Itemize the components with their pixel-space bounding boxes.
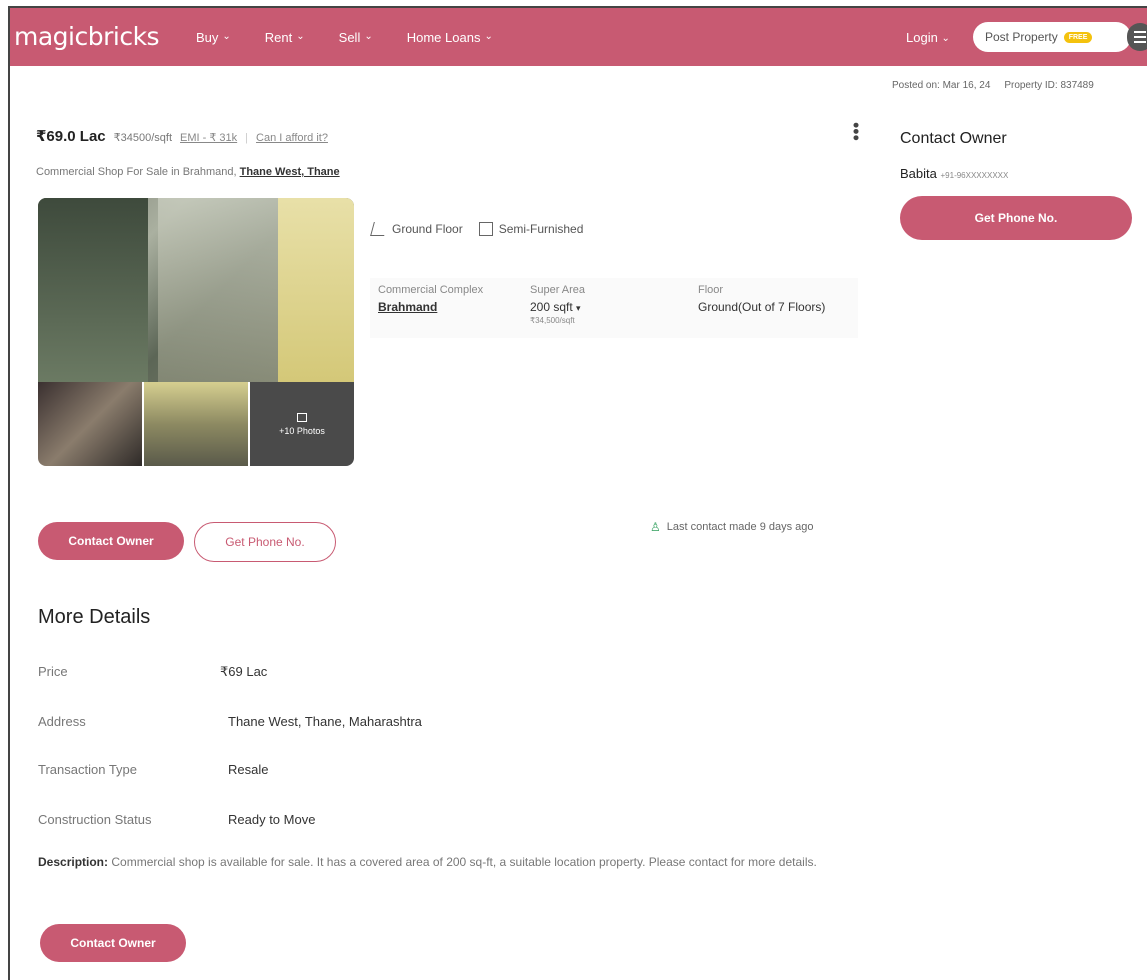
last-contact-info: ♙ Last contact made 9 days ago xyxy=(650,520,814,534)
nav-sell[interactable]: Sell ⌄ xyxy=(339,30,373,45)
listing-subtitle: Commercial Shop For Sale in Brahmand, Th… xyxy=(36,166,340,178)
contact-owner-button-bottom[interactable]: Contact Owner xyxy=(40,924,186,962)
location-link[interactable]: Thane West, Thane xyxy=(240,166,340,178)
chevron-down-icon: ⌄ xyxy=(484,31,493,42)
price-per-sqft: ₹34500/sqft xyxy=(113,132,173,144)
thumbnail-photo[interactable] xyxy=(38,382,142,466)
contact-owner-button[interactable]: Contact Owner xyxy=(38,522,184,560)
photo-thumbnails: +10 Photos xyxy=(38,382,354,466)
furniture-icon xyxy=(478,222,493,236)
nav-home-loans[interactable]: Home Loans ⌄ xyxy=(407,30,493,45)
stairs-icon xyxy=(370,222,388,236)
more-details-heading: More Details xyxy=(38,606,151,628)
chevron-down-icon: ⌄ xyxy=(222,31,231,42)
thumbnail-photo[interactable] xyxy=(144,382,248,466)
summary-floor: Floor Ground(Out of 7 Floors) xyxy=(698,284,826,314)
summary-complex: Commercial Complex Brahmand xyxy=(378,284,484,314)
summary-table: Commercial Complex Brahmand Super Area 2… xyxy=(370,278,858,338)
chevron-down-icon: ⌄ xyxy=(364,31,373,42)
top-navbar: magicbricks Buy ⌄ Rent ⌄ Sell ⌄ Home Loans ⌄… xyxy=(10,8,1147,66)
more-options-icon[interactable]: ••• xyxy=(846,122,866,141)
main-photo[interactable] xyxy=(38,198,354,382)
posted-date: Posted on: Mar 16, 24 xyxy=(892,80,991,91)
more-photos-tile[interactable]: +10 Photos xyxy=(250,382,354,466)
complex-link[interactable]: Brahmand xyxy=(378,300,483,314)
price-row: ₹69.0 Lac ₹34500/sqft EMI - ₹ 31k | Can … xyxy=(36,127,328,145)
feature-floor: Ground Floor xyxy=(370,222,463,236)
afford-link[interactable]: Can I afford it? xyxy=(256,132,328,144)
hamburger-menu-icon[interactable] xyxy=(1127,23,1147,51)
summary-area: Super Area 200 sqft ▾ ₹34,500/sqft xyxy=(530,284,586,325)
main-nav: Buy ⌄ Rent ⌄ Sell ⌄ Home Loans ⌄ xyxy=(196,30,527,45)
login-menu[interactable]: Login ⌄ xyxy=(906,30,950,45)
area-dropdown-icon[interactable]: ▾ xyxy=(576,303,581,313)
get-phone-button[interactable]: Get Phone No. xyxy=(194,522,336,562)
divider: | xyxy=(245,132,249,144)
listing-price: ₹69.0 Lac xyxy=(36,128,106,145)
free-badge: FREE xyxy=(1063,31,1093,43)
features-row: Ground Floor Semi-Furnished xyxy=(370,222,583,236)
owner-name: Babita xyxy=(900,166,937,181)
emi-link[interactable]: EMI - ₹ 31k xyxy=(180,131,237,144)
chevron-down-icon: ⌄ xyxy=(296,31,305,42)
owner-info: Babita +91-96XXXXXXXX xyxy=(900,166,1008,181)
nav-rent[interactable]: Rent ⌄ xyxy=(265,30,305,45)
sidebar-title: Contact Owner xyxy=(900,130,1007,147)
property-id: Property ID: 837489 xyxy=(1004,80,1094,91)
page-frame: magicbricks Buy ⌄ Rent ⌄ Sell ⌄ Home Loans ⌄… xyxy=(8,6,1147,980)
sidebar-get-phone-button[interactable]: Get Phone No. xyxy=(900,196,1132,240)
post-property-button[interactable]: Post Property FREE xyxy=(973,22,1131,52)
magicbricks-logo[interactable]: magicbricks xyxy=(14,22,160,51)
posted-meta: Posted on: Mar 16, 24 Property ID: 83748… xyxy=(892,80,1094,91)
chevron-down-icon: ⌄ xyxy=(941,33,950,44)
nav-buy[interactable]: Buy ⌄ xyxy=(196,30,231,45)
gallery-icon xyxy=(297,412,307,422)
description: Description: Commercial shop is availabl… xyxy=(38,855,817,869)
feature-furnishing: Semi-Furnished xyxy=(478,222,583,236)
owner-phone-masked: +91-96XXXXXXXX xyxy=(940,171,1009,180)
user-icon: ♙ xyxy=(650,520,661,534)
